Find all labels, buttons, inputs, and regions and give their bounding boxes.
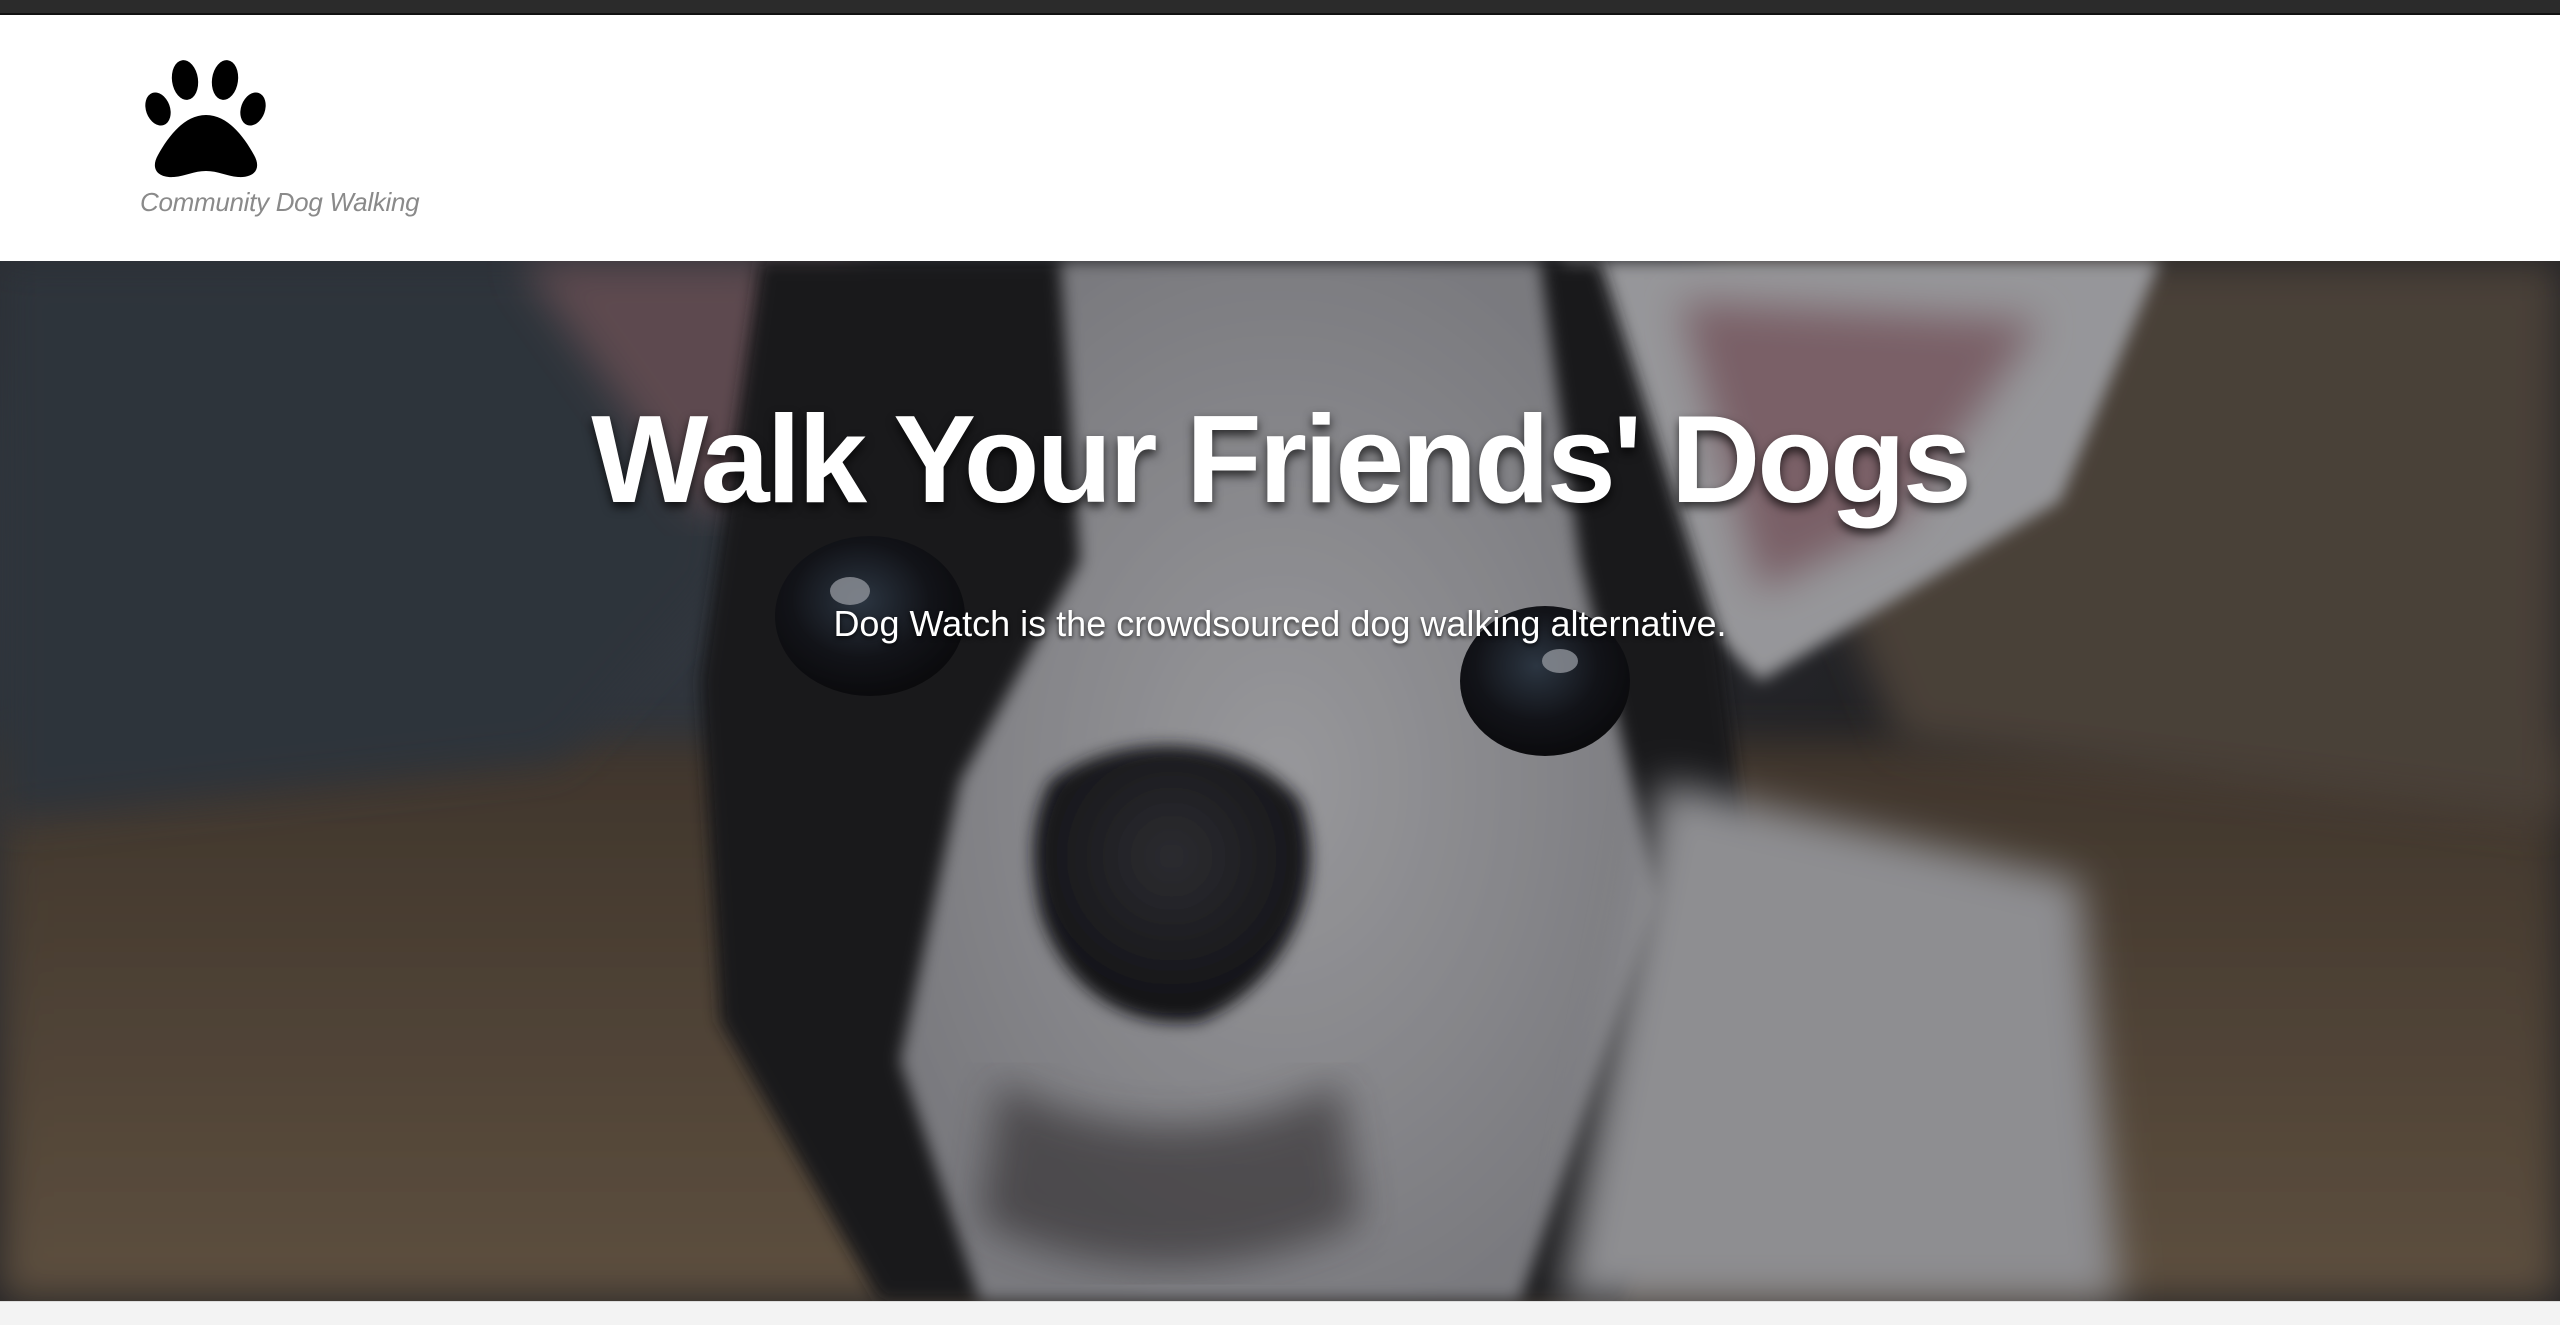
site-logo[interactable]: Community Dog Walking bbox=[140, 57, 440, 227]
hero-title: Walk Your Friends' Dogs bbox=[591, 391, 1972, 529]
hero-section: Walk Your Friends' Dogs Dog Watch is the… bbox=[0, 261, 2560, 1301]
paw-print-icon bbox=[145, 60, 266, 178]
site-header: Community Dog Walking bbox=[0, 15, 2560, 261]
browser-top-strip bbox=[0, 0, 2560, 15]
hero-subtitle: Dog Watch is the crowdsourced dog walkin… bbox=[833, 603, 1727, 644]
page-bottom-strip bbox=[0, 1301, 2560, 1325]
site-tagline: Community Dog Walking bbox=[140, 187, 420, 217]
